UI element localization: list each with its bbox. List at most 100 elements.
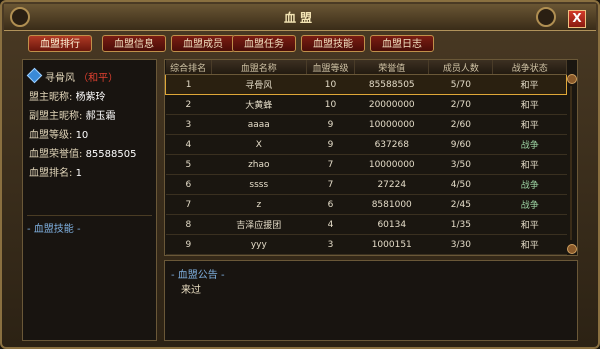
- title-bar[interactable]: 血盟 X: [4, 4, 596, 31]
- cell-rank: 5: [165, 154, 212, 175]
- level-row: 血盟等级: 10: [29, 126, 88, 141]
- notice-label: - 血盟公告 -: [171, 270, 225, 281]
- table-scrollbar[interactable]: [566, 74, 577, 254]
- rank-value: 1: [75, 168, 82, 179]
- cell-war-status: 和平: [492, 94, 567, 115]
- cell-level: 9: [306, 134, 355, 155]
- guild-info-panel: 寻骨风 （和平） 盟主昵称: 杨紫玲 副盟主昵称: 郝玉霜 血盟等级: 10 血…: [22, 59, 157, 341]
- window-title: 血盟: [283, 11, 316, 25]
- table-row[interactable]: 6 ssss 7 27224 4/50 战争: [165, 174, 567, 195]
- cell-guild-name: X: [211, 134, 307, 155]
- cell-level: 9: [306, 114, 355, 135]
- cell-members: 9/60: [428, 134, 493, 155]
- guild-name-line: 寻骨风 （和平）: [45, 69, 118, 84]
- guild-skills-label: - 血盟技能 -: [27, 215, 152, 235]
- cell-war-status: 战争: [492, 194, 567, 215]
- cell-level: 10: [306, 74, 355, 95]
- cell-members: 5/70: [428, 74, 493, 95]
- cell-war-status: 和平: [492, 74, 567, 95]
- leader-label: 盟主昵称:: [29, 92, 73, 103]
- cell-guild-name: z: [211, 194, 307, 215]
- vice-leader-value: 郝玉霜: [85, 111, 116, 122]
- cell-honor: 637268: [354, 134, 429, 155]
- cell-level: 4: [306, 214, 355, 235]
- tab-guild-info[interactable]: 血盟信息: [102, 35, 166, 52]
- cell-guild-name: 吉泽应援团: [211, 214, 307, 235]
- table-row[interactable]: 2 大黄蜂 10 20000000 2/70 和平: [165, 94, 567, 115]
- cell-rank: 3: [165, 114, 212, 135]
- header-rank[interactable]: 综合排名: [165, 60, 212, 75]
- vice-leader-label: 副盟主昵称:: [29, 111, 83, 122]
- tab-guild-members[interactable]: 血盟成员: [171, 35, 235, 52]
- cell-war-status: 和平: [492, 214, 567, 235]
- cell-members: 4/50: [428, 174, 493, 195]
- table-row[interactable]: 1 寻骨风 10 85588505 5/70 和平: [165, 74, 567, 95]
- ranking-table: 综合排名 血盟名称 血盟等级 荣誉值 成员人数 战争状态 1 寻骨风 10 85…: [165, 60, 567, 255]
- header-honor[interactable]: 荣誉值: [354, 60, 430, 75]
- honor-value: 85588505: [85, 149, 137, 160]
- cell-members: 2/45: [428, 194, 493, 215]
- cell-level: 7: [306, 154, 355, 175]
- header-guild-level[interactable]: 血盟等级: [306, 60, 356, 75]
- scroll-track[interactable]: [570, 86, 572, 240]
- table-row[interactable]: 5 zhao 7 10000000 3/50 和平: [165, 154, 567, 175]
- cell-war-status: 和平: [492, 114, 567, 135]
- cell-members: 3/30: [428, 234, 493, 255]
- guild-notice-panel: - 血盟公告 - 来过: [164, 260, 578, 341]
- cell-honor: 8581000: [354, 194, 429, 215]
- table-row[interactable]: 3 aaaa 9 10000000 2/60 和平: [165, 114, 567, 135]
- cell-rank: 9: [165, 234, 212, 255]
- cell-war-status: 和平: [492, 234, 567, 255]
- cell-members: 2/60: [428, 114, 493, 135]
- vice-leader-row: 副盟主昵称: 郝玉霜: [29, 107, 116, 122]
- cell-guild-name: yyy: [211, 234, 307, 255]
- cell-rank: 6: [165, 174, 212, 195]
- header-war-status[interactable]: 战争状态: [492, 60, 567, 75]
- tab-guild-skills[interactable]: 血盟技能: [301, 35, 365, 52]
- leader-row: 盟主昵称: 杨紫玲: [29, 88, 106, 103]
- cell-rank: 4: [165, 134, 212, 155]
- cell-war-status: 和平: [492, 154, 567, 175]
- guild-status: （和平）: [78, 73, 119, 84]
- notice-text: 来过: [181, 285, 201, 296]
- guild-gem-icon: [26, 67, 43, 84]
- cell-war-status: 战争: [492, 174, 567, 195]
- cell-honor: 10000000: [354, 154, 429, 175]
- cell-rank: 1: [165, 74, 212, 95]
- cell-guild-name: ssss: [211, 174, 307, 195]
- rank-row: 血盟排名: 1: [29, 164, 82, 179]
- cell-honor: 60134: [354, 214, 429, 235]
- honor-row: 血盟荣誉值: 85588505: [29, 145, 136, 160]
- table-row[interactable]: 7 z 6 8581000 2/45 战争: [165, 194, 567, 215]
- level-label: 血盟等级:: [29, 130, 73, 141]
- cell-level: 7: [306, 174, 355, 195]
- table-row[interactable]: 8 吉泽应援团 4 60134 1/35 和平: [165, 214, 567, 235]
- cell-honor: 85588505: [354, 74, 429, 95]
- cell-members: 2/70: [428, 94, 493, 115]
- cell-honor: 10000000: [354, 114, 429, 135]
- cell-rank: 8: [165, 214, 212, 235]
- ranking-table-panel: 综合排名 血盟名称 血盟等级 荣誉值 成员人数 战争状态 1 寻骨风 10 85…: [164, 59, 578, 256]
- scroll-down-knob[interactable]: [567, 244, 577, 254]
- close-button[interactable]: X: [568, 10, 586, 28]
- tab-guild-tasks[interactable]: 血盟任务: [232, 35, 296, 52]
- table-header-row: 综合排名 血盟名称 血盟等级 荣誉值 成员人数 战争状态: [165, 60, 567, 75]
- cell-members: 3/50: [428, 154, 493, 175]
- level-value: 10: [75, 130, 89, 141]
- table-row[interactable]: 4 X 9 637268 9/60 战争: [165, 134, 567, 155]
- header-member-count[interactable]: 成员人数: [428, 60, 494, 75]
- cell-rank: 2: [165, 94, 212, 115]
- cell-honor: 1000151: [354, 234, 429, 255]
- tab-guild-log[interactable]: 血盟日志: [370, 35, 434, 52]
- cell-honor: 20000000: [354, 94, 429, 115]
- rank-label: 血盟排名:: [29, 168, 73, 179]
- tab-guild-ranking[interactable]: 血盟排行: [28, 35, 92, 52]
- table-row[interactable]: 9 yyy 3 1000151 3/30 和平: [165, 234, 567, 255]
- cell-honor: 27224: [354, 174, 429, 195]
- guild-window: 血盟 X 血盟排行 血盟信息 血盟成员 血盟任务 血盟技能 血盟日志 寻骨风 （…: [0, 0, 600, 349]
- cell-level: 3: [306, 234, 355, 255]
- leader-value: 杨紫玲: [75, 92, 106, 103]
- cell-rank: 7: [165, 194, 212, 215]
- scroll-up-knob[interactable]: [567, 74, 577, 84]
- header-guild-name[interactable]: 血盟名称: [211, 60, 307, 75]
